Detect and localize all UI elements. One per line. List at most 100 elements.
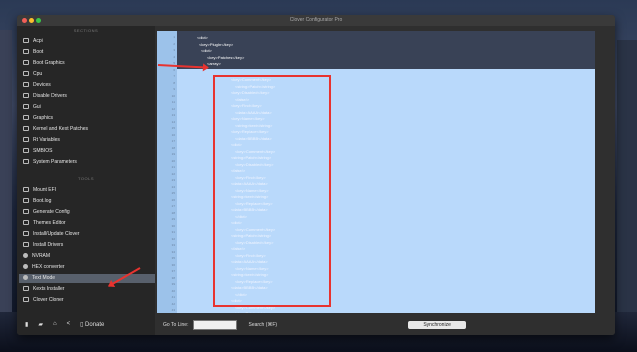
line-number: 21: [171, 165, 175, 169]
line-number: 38: [171, 275, 175, 280]
list-icon: [23, 93, 29, 99]
home-icon[interactable]: ⌂: [53, 321, 57, 327]
line-number: 1: [173, 35, 175, 39]
hex-icon: [23, 264, 28, 270]
donate-button[interactable]: ▯ Donate: [80, 321, 104, 328]
goto-line-input[interactable]: [193, 320, 238, 330]
list-icon: [23, 148, 29, 154]
search-button[interactable]: Search (⌘F): [242, 321, 283, 329]
list-icon: [23, 82, 29, 88]
list-icon: [23, 115, 29, 121]
sidebar-item-devices[interactable]: Devices: [23, 81, 153, 90]
line-number: 10: [171, 93, 175, 98]
line-number: 19: [171, 152, 175, 156]
main-panel: <dict> <key>PlugIn</key> <dict> <key>Patche…: [155, 26, 615, 335]
list-icon: [23, 126, 29, 132]
line-number: 14: [171, 119, 175, 124]
sidebar-item-nvram[interactable]: NVRAM: [23, 252, 153, 261]
goto-line-label: Go To Line:: [163, 322, 189, 328]
open-folder-icon[interactable]: ▰: [38, 321, 43, 328]
sidebar-item-generate-config[interactable]: Generate Config: [23, 208, 153, 217]
sidebar-item-acpi[interactable]: Acpi: [23, 37, 153, 46]
code-line: <dict>: [197, 35, 208, 40]
line-number: 17: [171, 139, 175, 143]
line-number: 41: [171, 295, 175, 299]
sidebar: SECTIONS Acpi Boot Boot Graphics Cpu Dev…: [17, 26, 157, 335]
synchronize-button[interactable]: Synchronize: [408, 321, 467, 329]
line-number: 32: [171, 236, 175, 241]
annotation-highlight-box: [213, 75, 331, 307]
sidebar-item-gui[interactable]: Gui: [23, 103, 153, 112]
line-number: 24: [171, 184, 175, 189]
sidebar-item-kexts-installer[interactable]: Kexts Installer: [23, 285, 153, 294]
sidebar-item-install-drivers[interactable]: Install Drivers: [23, 241, 153, 250]
line-number: 25: [171, 191, 175, 195]
line-number: 39: [171, 282, 175, 286]
line-number: 40: [171, 288, 175, 293]
code-line: <dict>: [201, 48, 212, 53]
line-number: 34: [171, 249, 175, 254]
sidebar-item-smbios[interactable]: SMBIOS: [23, 147, 153, 156]
sidebar-item-mount-efi[interactable]: Mount EFI: [23, 186, 153, 195]
sidebar-item-install-update-clover[interactable]: Install/Update Clover: [23, 230, 153, 239]
line-number: 20: [171, 158, 175, 163]
sidebar-item-rt-variables[interactable]: Rt Variables: [23, 136, 153, 145]
list-icon: [23, 104, 29, 110]
sidebar-item-boot-log[interactable]: Boot.log: [23, 197, 153, 206]
list-icon: [23, 137, 29, 143]
line-number: 29: [171, 217, 175, 221]
sections-header: SECTIONS: [73, 28, 99, 33]
list-icon: [23, 60, 29, 66]
sidebar-bottom-toolbar: ▮ ▰ ⌂ < ▯ Donate: [25, 319, 153, 329]
list-icon: [23, 49, 29, 55]
list-icon: [23, 159, 29, 165]
line-number: 22: [171, 171, 175, 176]
sidebar-item-kernel-kext-patches[interactable]: Kernel and Kext Patches: [23, 125, 153, 134]
line-number: 23: [171, 178, 175, 182]
sidebar-item-disable-drivers[interactable]: Disable Drivers: [23, 92, 153, 101]
palette-icon: [23, 220, 29, 226]
list-icon: [23, 38, 29, 44]
line-number: 35: [171, 256, 175, 260]
new-file-icon[interactable]: ▮: [25, 321, 28, 328]
kext-icon: [23, 286, 29, 292]
driver-icon: [23, 242, 29, 248]
line-number: 43: [171, 308, 175, 312]
line-number: 42: [171, 301, 175, 306]
line-number: 18: [171, 145, 175, 150]
line-number: 11: [171, 100, 175, 104]
line-number: 28: [171, 210, 175, 215]
sidebar-item-themes-editor[interactable]: Themes Editor: [23, 219, 153, 228]
sidebar-item-boot[interactable]: Boot: [23, 48, 153, 57]
sidebar-item-system-parameters[interactable]: System Parameters: [23, 158, 153, 167]
line-number: 37: [171, 269, 175, 273]
line-number: 36: [171, 262, 175, 267]
line-number: 16: [171, 132, 175, 137]
line-number: 9: [173, 87, 175, 91]
line-number: 7: [173, 74, 175, 78]
sidebar-item-clover-cloner[interactable]: Clover Cloner: [23, 296, 153, 305]
code-line: <string>Patch</string>: [231, 311, 271, 313]
sidebar-item-text-mode[interactable]: Text Mode: [19, 274, 157, 283]
line-number: 2: [173, 41, 175, 46]
document-icon: [23, 198, 29, 204]
wrench-icon: [23, 209, 29, 215]
install-icon: [23, 231, 29, 237]
line-number: 27: [171, 204, 175, 208]
share-icon[interactable]: <: [67, 321, 71, 327]
line-number: 4: [173, 54, 175, 59]
sidebar-item-graphics[interactable]: Graphics: [23, 114, 153, 123]
window-title: Clover Configurator Pro: [289, 17, 343, 23]
line-number: 8: [173, 80, 175, 85]
highlighted-region: [177, 31, 595, 69]
line-number: 15: [171, 126, 175, 130]
line-number: 31: [171, 230, 175, 234]
sidebar-item-boot-graphics[interactable]: Boot Graphics: [23, 59, 153, 68]
line-number: 33: [171, 243, 175, 247]
sidebar-item-cpu[interactable]: Cpu: [23, 70, 153, 79]
clone-icon: [23, 297, 29, 303]
code-line: <key>PlugIn</key>: [199, 41, 234, 47]
code-line: <key>Patches</key>: [207, 54, 245, 60]
text-editor[interactable]: <dict> <key>PlugIn</key> <dict> <key>Patche…: [157, 31, 595, 313]
line-number: 12: [171, 106, 175, 111]
